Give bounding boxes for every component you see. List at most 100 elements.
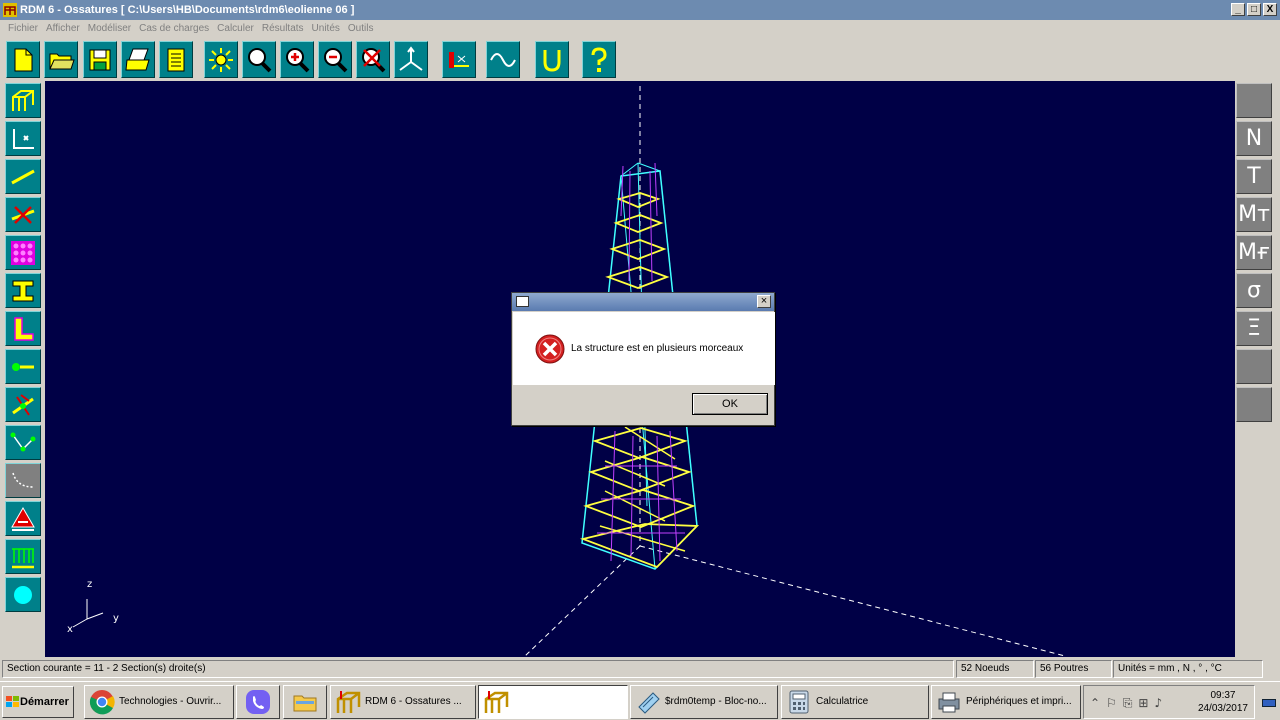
clock-time: 09:37: [1210, 690, 1236, 701]
task-chrome-label: Technologies - Ouvrir...: [119, 696, 222, 707]
save-icon: [89, 49, 111, 70]
menu-cas-de-charges[interactable]: Cas de charges: [135, 20, 213, 38]
section-i-button[interactable]: [5, 273, 41, 308]
beam-button[interactable]: [5, 159, 41, 194]
section-result-button[interactable]: Ξ: [1236, 311, 1272, 346]
node-circle-button[interactable]: [5, 577, 41, 612]
material-button[interactable]: [5, 311, 41, 346]
task-viber[interactable]: [236, 685, 280, 719]
start-button[interactable]: Démarrer: [2, 686, 74, 718]
clock[interactable]: 09:37 24/03/2017: [1198, 689, 1248, 715]
magnet-button[interactable]: [535, 41, 569, 78]
show-desktop-button[interactable]: [1262, 699, 1276, 707]
menu-unites[interactable]: Unités: [308, 20, 344, 38]
bending-moment-button[interactable]: Mғ: [1236, 235, 1272, 270]
section-icon: [449, 51, 469, 68]
result-button-blank-3[interactable]: [1236, 387, 1272, 422]
delete-beam-button[interactable]: [5, 197, 41, 232]
menu-modeliser[interactable]: Modéliser: [84, 20, 135, 38]
zoom-button[interactable]: [242, 41, 276, 78]
z-axis-label: z: [87, 579, 93, 590]
task-explorer[interactable]: [283, 685, 327, 719]
magnifier-icon: [248, 47, 272, 72]
task-calculator-label: Calculatrice: [816, 696, 869, 707]
mesh-button[interactable]: [5, 235, 41, 270]
shear-force-button[interactable]: T: [1236, 159, 1272, 194]
task-devices-label: Périphériques et impri...: [966, 696, 1072, 707]
menu-calculer[interactable]: Calculer: [213, 20, 258, 38]
torsion-moment-button[interactable]: Mт: [1236, 197, 1272, 232]
result-button-blank-2[interactable]: [1236, 349, 1272, 384]
system-tray: ⌃⚐⎘⊞♪ 09:37 24/03/2017: [1083, 685, 1255, 719]
menu-resultats[interactable]: Résultats: [258, 20, 308, 38]
print-icon: [125, 48, 150, 70]
help-icon: [591, 46, 607, 72]
new-file-icon: [14, 48, 33, 71]
taskbar: Démarrer Technologies - Ouvrir... RDM 6 …: [0, 681, 1280, 720]
print-button[interactable]: [121, 41, 155, 78]
new-file-button[interactable]: [6, 41, 40, 78]
release-button[interactable]: [5, 387, 41, 422]
menu-afficher[interactable]: Afficher: [42, 20, 84, 38]
close-button[interactable]: X: [1263, 3, 1277, 16]
help-button[interactable]: [582, 41, 616, 78]
calculator-icon: [789, 690, 809, 714]
menu-bar: Fichier Afficher Modéliser Cas de charge…: [0, 20, 1280, 38]
viber-icon: [246, 690, 270, 714]
rdm-dialog-icon: [484, 691, 509, 713]
section-button[interactable]: [442, 41, 476, 78]
document-button[interactable]: [159, 41, 193, 78]
task-rdm6-label: RDM 6 - Ossatures ...: [365, 696, 462, 707]
curve-icon: [12, 472, 34, 488]
task-devices[interactable]: Périphériques et impri...: [931, 685, 1081, 719]
zoom-in-button[interactable]: [280, 41, 314, 78]
result-button-blank-1[interactable]: [1236, 83, 1272, 118]
error-dialog: × La structure est en plusieurs morceaux…: [511, 292, 775, 426]
open-button[interactable]: [44, 41, 78, 78]
wave-button[interactable]: [486, 41, 520, 78]
status-bar: Section courante = 11 - 2 Section(s) dro…: [0, 659, 1280, 679]
curve-button[interactable]: [5, 463, 41, 498]
printer-icon: [938, 692, 960, 713]
axes-button[interactable]: [394, 41, 428, 78]
circle-icon: [14, 585, 32, 604]
light-button[interactable]: [204, 41, 238, 78]
dialog-close-button[interactable]: ×: [757, 295, 771, 308]
maximize-button[interactable]: □: [1247, 3, 1261, 16]
zoom-out-button[interactable]: [318, 41, 352, 78]
ok-button[interactable]: OK: [692, 393, 768, 415]
notepad-icon: [638, 692, 660, 714]
normal-force-button[interactable]: N: [1236, 121, 1272, 156]
error-icon: [535, 334, 565, 364]
node-link-button[interactable]: [5, 425, 41, 460]
support-button[interactable]: [5, 349, 41, 384]
save-button[interactable]: [83, 41, 117, 78]
x-axis-line: [524, 545, 641, 657]
open-folder-icon: [49, 53, 75, 69]
minimize-button[interactable]: _: [1231, 3, 1245, 16]
structure-button[interactable]: [5, 83, 41, 118]
dialog-message: La structure est en plusieurs morceaux: [571, 343, 744, 354]
task-calculator[interactable]: Calculatrice: [781, 685, 929, 719]
zoom-in-icon: [286, 47, 310, 72]
task-rdm6-dialog[interactable]: [478, 685, 628, 719]
task-chrome[interactable]: Technologies - Ouvrir...: [84, 685, 234, 719]
menu-outils[interactable]: Outils: [344, 20, 378, 38]
zoom-out-icon: [324, 47, 348, 72]
zoom-cancel-button[interactable]: [356, 41, 390, 78]
tray-icons[interactable]: ⌃⚐⎘⊞♪: [1090, 696, 1168, 711]
sun-icon: [209, 47, 233, 72]
menu-fichier[interactable]: Fichier: [4, 20, 42, 38]
nodes-button[interactable]: [5, 121, 41, 156]
release-icon: [12, 393, 34, 416]
load-button[interactable]: [5, 501, 41, 536]
status-units: Unités = mm , N , ° , °C: [1113, 660, 1263, 678]
distributed-load-button[interactable]: [5, 539, 41, 574]
y-axis-line: [639, 545, 1066, 657]
title-bar: RDM 6 - Ossatures [ C:\Users\HB\Document…: [0, 0, 1280, 20]
task-notepad[interactable]: $rdm0temp - Bloc-no...: [630, 685, 778, 719]
window-title: RDM 6 - Ossatures [ C:\Users\HB\Document…: [20, 4, 355, 16]
task-rdm6[interactable]: RDM 6 - Ossatures ...: [330, 685, 476, 719]
stress-button[interactable]: σ: [1236, 273, 1272, 308]
status-section: Section courante = 11 - 2 Section(s) dro…: [2, 660, 954, 678]
